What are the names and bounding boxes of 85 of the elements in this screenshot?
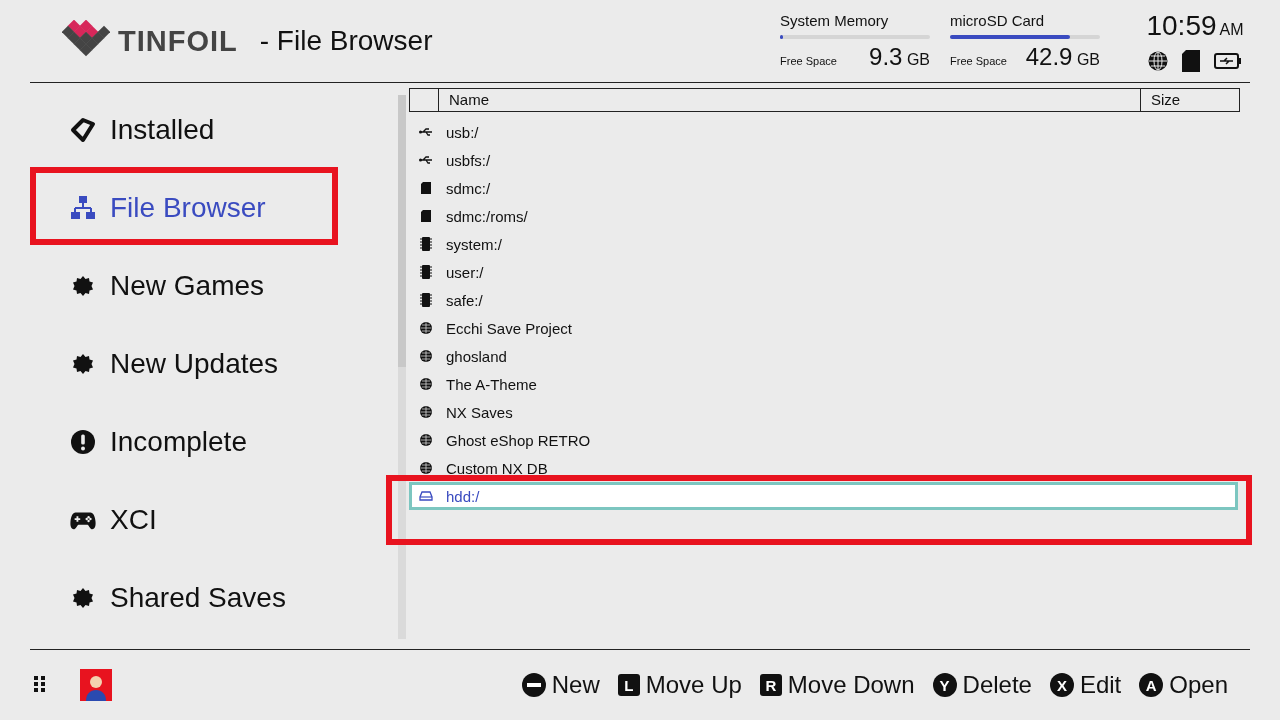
sidebar-item[interactable]: Installed xyxy=(30,91,330,169)
key-badge: A xyxy=(1139,673,1164,697)
sd-card-icon xyxy=(421,210,431,222)
sidebar-item[interactable]: New Updates xyxy=(30,325,330,403)
sidebar-item[interactable]: XCI xyxy=(30,481,330,559)
chip-icon xyxy=(420,265,432,279)
action-label[interactable]: Edit xyxy=(1079,671,1122,699)
globe-icon xyxy=(420,434,432,446)
ticket-icon xyxy=(70,117,96,143)
column-header[interactable]: Name xyxy=(439,89,1141,111)
scrollbar-thumb[interactable] xyxy=(398,95,406,367)
file-name: Custom NX DB xyxy=(446,459,548,477)
usb-icon xyxy=(419,155,433,165)
globe-icon xyxy=(420,378,432,390)
apps-grid-icon xyxy=(34,676,46,694)
file-name: user:/ xyxy=(446,263,484,281)
column-header[interactable]: Size xyxy=(1141,89,1239,111)
chip-icon xyxy=(420,293,432,307)
globe-icon xyxy=(420,322,432,334)
avatar-icon xyxy=(80,669,112,701)
file-name: safe:/ xyxy=(446,291,483,309)
free-space-value: 9.3 GB xyxy=(869,42,930,71)
chip-icon xyxy=(420,237,432,251)
battery-icon xyxy=(1214,53,1242,69)
brand-name: TINFOIL xyxy=(118,24,238,58)
file-name: hdd:/ xyxy=(446,487,480,505)
file-row[interactable]: user:/ xyxy=(409,258,1238,286)
file-name: Ghost eShop RETRO xyxy=(446,431,591,449)
file-row[interactable]: usbfs:/ xyxy=(409,146,1238,174)
key-badge: R xyxy=(759,674,782,696)
new-badge-icon xyxy=(72,353,94,375)
file-row[interactable]: Ghost eShop RETRO xyxy=(409,426,1238,454)
alert-icon xyxy=(70,429,96,455)
file-row[interactable]: hdd:/ xyxy=(409,482,1238,510)
sd-card-icon xyxy=(421,182,431,194)
globe-icon xyxy=(1148,51,1168,71)
storage-label: microSD Card xyxy=(950,11,1046,29)
file-row[interactable]: The A-Theme xyxy=(409,370,1238,398)
file-name: ghosland xyxy=(446,347,507,365)
clock: 10:59AM xyxy=(1146,10,1244,42)
action-label[interactable]: Move Up xyxy=(645,671,742,699)
file-name: The A-Theme xyxy=(446,375,537,393)
file-row[interactable]: usb:/ xyxy=(409,118,1238,146)
key-badge: L xyxy=(617,674,640,696)
action-label[interactable]: Move Down xyxy=(787,671,915,699)
action-label[interactable]: Open xyxy=(1169,671,1228,699)
file-row[interactable]: system:/ xyxy=(409,230,1238,258)
file-row[interactable]: sdmc:/ xyxy=(409,174,1238,202)
key-badge: Y xyxy=(932,673,957,697)
file-name: Ecchi Save Project xyxy=(446,319,572,337)
file-name: sdmc:/ xyxy=(446,179,491,197)
page-title: - File Browser xyxy=(259,25,433,57)
file-row[interactable]: ghosland xyxy=(409,342,1238,370)
scrollbar[interactable] xyxy=(398,95,406,639)
key-badge: X xyxy=(1049,673,1074,697)
drive-icon xyxy=(419,491,433,501)
sidebar-item[interactable]: New Games xyxy=(30,247,330,325)
action-label[interactable]: Delete xyxy=(962,671,1032,699)
network-icon xyxy=(70,195,96,221)
free-space-label: Free Space xyxy=(950,54,1007,67)
action-label[interactable]: New xyxy=(551,671,600,699)
file-name: system:/ xyxy=(446,235,502,253)
free-space-label: Free Space xyxy=(780,54,837,67)
file-row[interactable]: Ecchi Save Project xyxy=(409,314,1238,342)
free-space-value: 42.9 GB xyxy=(1025,42,1100,71)
sidebar-item[interactable]: Shared Saves xyxy=(30,559,330,637)
storage-label: System Memory xyxy=(780,11,890,29)
globe-icon xyxy=(420,350,432,362)
sidebar-item[interactable]: File Browser xyxy=(30,169,330,247)
file-name: sdmc:/roms/ xyxy=(446,207,528,225)
file-row[interactable]: NX Saves xyxy=(409,398,1238,426)
file-name: usbfs:/ xyxy=(446,151,491,169)
globe-icon xyxy=(420,406,432,418)
file-row[interactable]: Custom NX DB xyxy=(409,454,1238,482)
file-name: usb:/ xyxy=(446,123,479,141)
file-row[interactable]: sdmc:/roms/ xyxy=(409,202,1238,230)
minus-button-icon xyxy=(521,673,546,697)
file-name: NX Saves xyxy=(446,403,513,421)
file-row[interactable]: safe:/ xyxy=(409,286,1238,314)
new-badge-icon xyxy=(72,587,94,609)
new-badge-icon xyxy=(72,275,94,297)
usb-icon xyxy=(419,127,433,137)
globe-icon xyxy=(420,462,432,474)
sd-card-icon xyxy=(1182,50,1200,72)
sidebar-item[interactable]: Incomplete xyxy=(30,403,330,481)
